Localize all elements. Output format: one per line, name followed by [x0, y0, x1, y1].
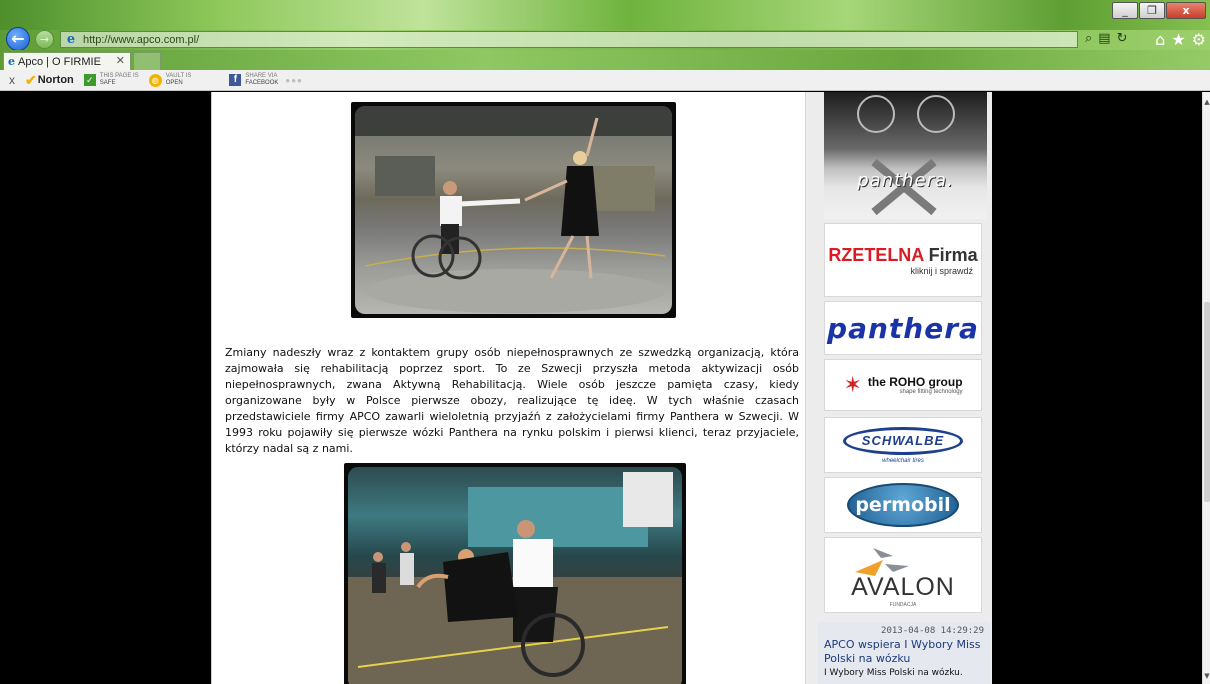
- compat-view-icon[interactable]: ▤: [1098, 31, 1110, 46]
- news-title-link[interactable]: APCO wspiera I Wybory Miss Polski na wóz…: [824, 638, 984, 666]
- tab-bar: e Apco | O FIRMIE ✕: [0, 50, 1210, 70]
- window-controls: _ ❐ x: [1112, 2, 1206, 19]
- panthera-logo[interactable]: panthera: [824, 301, 982, 355]
- wheelchair-dance-photo-2: [344, 463, 686, 684]
- title-bar: _ ❐ x: [0, 0, 1210, 30]
- roho-group-logo[interactable]: ✶ the ROHO group shape fitting technolog…: [824, 359, 982, 411]
- roho-star-icon: ✶: [843, 372, 862, 398]
- schwalbe-oval: SCHWALBE: [843, 426, 963, 455]
- rzetelna-main: RZETELNA: [828, 244, 924, 265]
- panthera-banner[interactable]: panthera.: [824, 92, 987, 219]
- ie-tab-icon: e: [8, 55, 15, 68]
- navigation-bar: ← → e http://www.apco.com.pl/ ⌕ ▤ ↻ ⌂ ★ …: [0, 27, 1210, 51]
- minimize-button[interactable]: _: [1112, 2, 1138, 19]
- avalon-sub: FUNDACJA: [889, 602, 917, 608]
- favorites-star-icon[interactable]: ★: [1171, 30, 1185, 49]
- safe-label-line1: THIS PAGE IS: [99, 73, 139, 79]
- settings-gear-icon[interactable]: ⚙: [1192, 30, 1206, 49]
- share-label-line1: SHARE VIA: [245, 73, 278, 79]
- panthera-banner-label: panthera.: [857, 170, 954, 191]
- safe-check-icon: ✓: [83, 74, 96, 86]
- ie-page-icon: e: [66, 31, 76, 47]
- close-window-button[interactable]: x: [1166, 2, 1206, 19]
- tab-apco[interactable]: e Apco | O FIRMIE ✕: [3, 52, 131, 70]
- page-viewport: Zmiany nadeszły wraz z kontaktem grupy o…: [0, 92, 1202, 684]
- url-text[interactable]: http://www.apco.com.pl/: [83, 34, 199, 46]
- close-tab-icon[interactable]: ✕: [116, 54, 125, 67]
- permobil-logo[interactable]: permobil: [824, 477, 982, 533]
- rzetelna-sub: kliknij i sprawdź: [910, 265, 973, 276]
- vertical-scrollbar[interactable]: ▲ ▼: [1202, 92, 1210, 684]
- schwalbe-sub: wheelchair tires: [882, 457, 924, 464]
- browser-tools: ⌂ ★ ⚙: [1155, 30, 1206, 49]
- home-icon[interactable]: ⌂: [1155, 30, 1165, 49]
- vault-indicator[interactable]: ◍ VAULT IS OPEN: [148, 73, 192, 87]
- vault-label-line1: VAULT IS: [165, 73, 192, 79]
- main-content: Zmiany nadeszły wraz z kontaktem grupy o…: [211, 92, 805, 684]
- rzetelna-firma-logo[interactable]: RZETELNA Firma kliknij i sprawdź: [824, 223, 982, 297]
- address-bar[interactable]: e http://www.apco.com.pl/: [60, 31, 1078, 48]
- schwalbe-logo[interactable]: SCHWALBE wheelchair tires: [824, 417, 982, 473]
- scroll-down-icon[interactable]: ▼: [1203, 672, 1210, 680]
- forward-button[interactable]: →: [35, 30, 54, 49]
- restore-button[interactable]: ❐: [1139, 2, 1165, 19]
- safe-label-line2: SAFE: [99, 80, 116, 86]
- wheelchair-dance-photo-1: [351, 102, 676, 318]
- new-tab-button[interactable]: [133, 52, 161, 70]
- safe-web-indicator[interactable]: ✓ THIS PAGE IS SAFE: [83, 73, 139, 87]
- search-icon[interactable]: ⌕: [1085, 31, 1092, 46]
- news-date: 2013-04-08 14:29:29: [881, 626, 984, 636]
- news-item[interactable]: 2013-04-08 14:29:29 APCO wspiera I Wybor…: [818, 622, 990, 684]
- back-button[interactable]: ←: [6, 27, 30, 51]
- rzetelna-firma: Firma: [928, 244, 978, 265]
- norton-label: Norton: [37, 74, 74, 86]
- refresh-icon[interactable]: ↻: [1117, 31, 1128, 46]
- news-lead: I Wybory Miss Polski na wózku.: [824, 668, 963, 678]
- more-dots-icon[interactable]: ●●●: [285, 76, 303, 85]
- norton-button[interactable]: ✔ Norton: [25, 72, 74, 89]
- norton-toolbar: x ✔ Norton ✓ THIS PAGE IS SAFE ◍ VAULT IS…: [0, 70, 1210, 91]
- close-toolbar-button[interactable]: x: [9, 73, 15, 87]
- avalon-logo[interactable]: AVALON FUNDACJA: [824, 537, 982, 613]
- browser-window: _ ❐ x ← → e http://www.apco.com.pl/ ⌕ ▤ …: [0, 0, 1210, 684]
- facebook-icon: f: [229, 74, 242, 86]
- vault-label-line2: OPEN: [165, 80, 183, 86]
- scroll-up-icon[interactable]: ▲: [1203, 98, 1210, 106]
- share-label-line2: FACEBOOK: [245, 80, 279, 86]
- permobil-oval: permobil: [847, 483, 959, 527]
- sidebar: panthera. RZETELNA Firma kliknij i spraw…: [816, 92, 992, 684]
- vault-lock-icon: ◍: [148, 73, 162, 87]
- roho-sub: shape fitting technology: [899, 389, 963, 395]
- column-divider: [805, 92, 816, 684]
- address-tools: ⌕ ▤ ↻: [1085, 31, 1127, 46]
- scrollbar-thumb[interactable]: [1204, 302, 1210, 502]
- norton-check-icon: ✔: [25, 71, 37, 88]
- roho-title: the ROHO group: [867, 375, 963, 389]
- tab-title: Apco | O FIRMIE: [18, 55, 101, 68]
- article-paragraph: Zmiany nadeszły wraz z kontaktem grupy o…: [225, 346, 799, 455]
- share-facebook-button[interactable]: f SHARE VIA FACEBOOK ●●●: [229, 73, 303, 87]
